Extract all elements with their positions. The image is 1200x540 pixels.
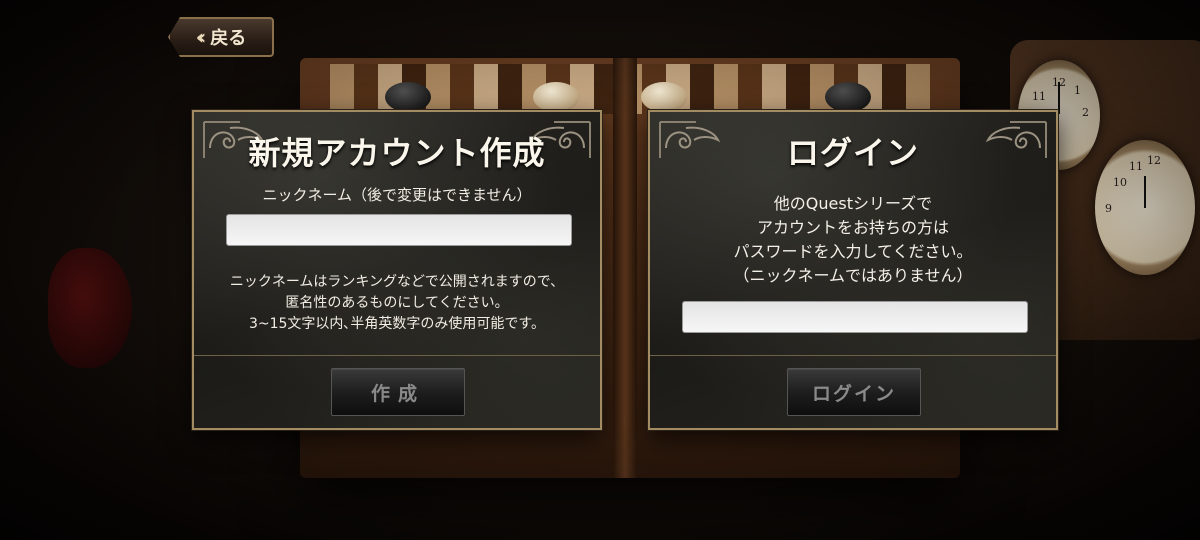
back-button-label: 戻る xyxy=(210,28,247,49)
back-button[interactable]: ‹‹ 戻る xyxy=(168,17,274,57)
nickname-input[interactable] xyxy=(226,214,572,246)
login-info: 他のQuestシリーズで アカウントをお持ちの方は パスワードを入力してください… xyxy=(650,192,1056,288)
signup-title: 新規アカウント作成 xyxy=(248,134,546,172)
note-line: 3~15文字以内､半角英数字のみ使用可能です。 xyxy=(248,316,546,332)
nickname-note: ニックネームはランキングなどで公開されますので、 匿名性のあるものにしてください… xyxy=(194,272,600,335)
info-line: 他のQuestシリーズで xyxy=(773,194,933,213)
double-chevron-left-icon: ‹‹ xyxy=(195,25,207,49)
signup-panel: 新規アカウント作成 ニックネーム（後で変更はできません） ニックネームはランキン… xyxy=(192,110,602,430)
divider xyxy=(650,355,1056,356)
info-line: パスワードを入力してください。 xyxy=(733,242,973,261)
info-line: アカウントをお持ちの方は xyxy=(756,218,949,237)
login-panel: ログイン 他のQuestシリーズで アカウントをお持ちの方は パスワードを入力し… xyxy=(648,110,1058,430)
password-input[interactable] xyxy=(682,301,1028,333)
nickname-label: ニックネーム（後で変更はできません） xyxy=(262,186,532,204)
note-line: ニックネームはランキングなどで公開されますので、 xyxy=(229,274,565,290)
divider xyxy=(194,355,600,356)
note-line: 匿名性のあるものにしてください。 xyxy=(285,295,509,311)
login-button[interactable]: ログイン xyxy=(787,368,921,416)
create-button[interactable]: 作成 xyxy=(331,368,465,416)
login-title: ログイン xyxy=(786,134,919,172)
info-line: （ニックネームではありません） xyxy=(733,266,973,285)
